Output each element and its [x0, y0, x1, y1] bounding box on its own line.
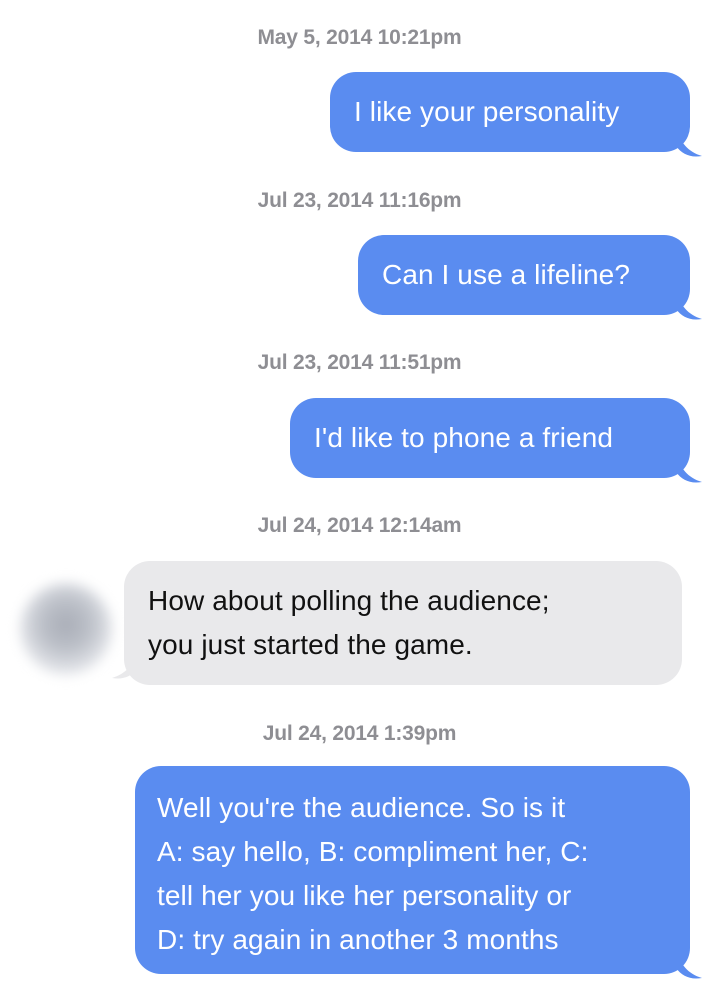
- message-text: Well you're the audience. So is it: [157, 792, 566, 823]
- outgoing-message-bubble[interactable]: I like your personality: [330, 72, 690, 152]
- message-text: I'd like to phone a friend: [314, 422, 614, 453]
- bubble-tail-icon: [676, 291, 702, 320]
- message-timestamp: May 5, 2014 10:21pm: [257, 26, 462, 49]
- bubble-tail-icon: [676, 950, 702, 979]
- outgoing-message-bubble[interactable]: Well you're the audience. So is it A: sa…: [135, 766, 690, 974]
- message-timestamp: Jul 24, 2014 12:14am: [257, 514, 462, 537]
- message-timestamp: Jul 24, 2014 1:39pm: [262, 722, 457, 745]
- message-text: D: try again in another 3 months: [157, 924, 559, 955]
- bubble-tail-icon: [676, 128, 702, 157]
- outgoing-message-bubble[interactable]: Can I use a lifeline?: [358, 235, 690, 315]
- message-text: you just started the game.: [148, 629, 473, 660]
- message-thread: May 5, 2014 10:21pm I like your personal…: [0, 0, 719, 997]
- message-text: A: say hello, B: compliment her, C:: [157, 836, 589, 867]
- contact-avatar[interactable]: [20, 583, 112, 675]
- message-timestamp: Jul 23, 2014 11:16pm: [257, 189, 462, 212]
- message-text: Can I use a lifeline?: [382, 259, 631, 290]
- message-text: I like your personality: [354, 96, 620, 127]
- message-text: How about polling the audience;: [148, 585, 550, 616]
- outgoing-message-bubble[interactable]: I'd like to phone a friend: [290, 398, 690, 478]
- message-text: tell her you like her personality or: [157, 880, 572, 911]
- bubble-tail-icon: [676, 454, 702, 483]
- incoming-message-bubble[interactable]: How about polling the audience; you just…: [124, 561, 682, 685]
- message-timestamp: Jul 23, 2014 11:51pm: [257, 351, 462, 374]
